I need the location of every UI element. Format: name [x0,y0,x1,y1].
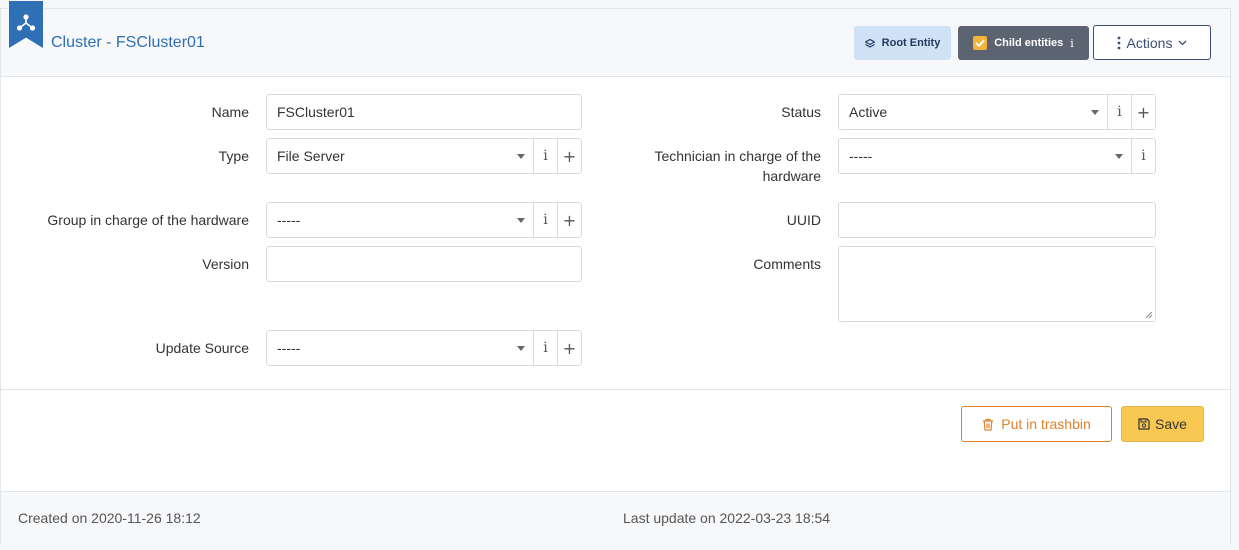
type-value: File Server [277,148,345,164]
name-value: FSCluster01 [277,104,355,120]
cluster-icon-ribbon [9,1,43,48]
info-icon[interactable]: i [533,139,557,173]
save-button[interactable]: Save [1121,406,1204,442]
info-icon: i [1070,36,1074,50]
add-icon[interactable]: + [1131,95,1155,129]
name-input[interactable]: FSCluster01 [266,94,582,130]
checkbox-icon[interactable] [973,36,988,50]
kebab-menu-icon [1117,36,1120,49]
status-label: Status [781,104,821,120]
cluster-form-card: Cluster - FSCluster01 Root Entity Child … [0,1,1231,544]
status-select[interactable]: Active i + [838,94,1156,130]
put-in-trashbin-button[interactable]: Put in trashbin [961,406,1112,442]
child-entities-label: Child entities [994,37,1064,49]
type-label: Type [218,148,249,164]
form-header: Cluster - FSCluster01 Root Entity Child … [1,1,1230,77]
page-title: Cluster - FSCluster01 [51,34,205,51]
add-icon[interactable]: + [557,331,581,365]
version-label: Version [202,256,249,272]
type-select[interactable]: File Server i + [266,138,582,174]
technician-value: ----- [849,148,873,164]
comments-value [839,247,1155,255]
form-divider [1,389,1230,390]
created-timestamp: Created on 2020-11-26 18:12 [18,510,201,526]
add-icon[interactable]: + [557,203,581,237]
group-label: Group in charge of the hardware [47,212,249,228]
dropdown-caret-icon [517,345,525,351]
uuid-label: UUID [786,212,821,228]
root-entity-label: Root Entity [881,37,941,49]
root-entity-button[interactable]: Root Entity [854,26,951,60]
resize-handle-icon[interactable] [1145,311,1153,319]
group-select[interactable]: ----- i + [266,202,582,238]
update-source-label: Update Source [155,340,249,356]
child-entities-toggle[interactable]: Child entities i [958,26,1089,60]
updated-timestamp: Last update on 2022-03-23 18:54 [623,510,831,526]
save-label: Save [1155,416,1187,432]
cluster-icon [16,14,36,31]
group-value: ----- [277,212,301,228]
technician-select[interactable]: ----- i [838,138,1156,174]
trash-icon [983,418,994,431]
status-value: Active [849,104,888,120]
info-icon[interactable]: i [533,331,557,365]
comments-label: Comments [753,256,821,272]
comments-textarea[interactable] [838,246,1156,322]
technician-label: Technician in charge of the hardware [654,148,821,184]
dropdown-caret-icon [517,153,525,159]
add-icon[interactable]: + [557,139,581,173]
version-input[interactable] [266,246,582,282]
chevron-down-icon [1178,40,1187,45]
actions-button[interactable]: Actions [1093,25,1211,60]
dropdown-caret-icon [1091,109,1099,115]
checkmark-icon [975,39,985,47]
dropdown-caret-icon [1115,153,1123,159]
uuid-input[interactable] [838,202,1156,238]
record-footer: Created on 2020-11-26 18:12 Last update … [1,491,1230,544]
info-icon[interactable]: i [1131,139,1155,173]
dropdown-caret-icon [517,217,525,223]
name-label: Name [211,104,249,120]
actions-label: Actions [1126,34,1173,51]
update-source-select[interactable]: ----- i + [266,330,582,366]
info-icon[interactable]: i [1107,95,1131,129]
info-icon[interactable]: i [533,203,557,237]
update-source-value: ----- [277,340,301,356]
layers-icon [864,38,875,48]
trash-label: Put in trashbin [1001,416,1091,432]
save-icon [1138,418,1150,430]
